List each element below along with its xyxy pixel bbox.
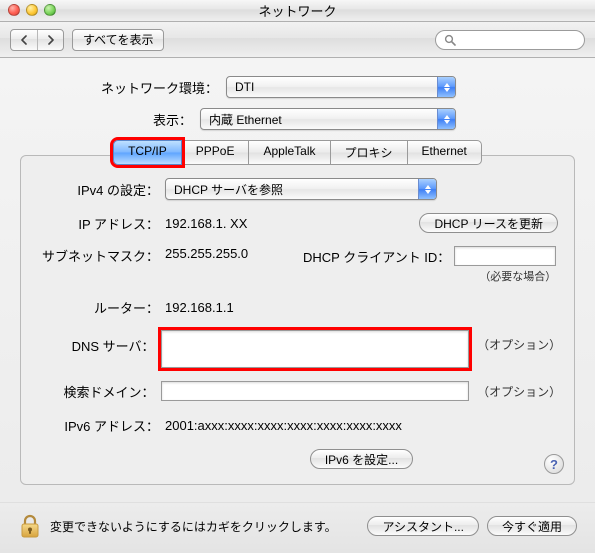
search-field[interactable] [435,30,585,50]
close-icon[interactable] [8,4,20,16]
dhcp-client-id-input[interactable] [454,246,556,266]
chevron-left-icon [19,35,29,45]
dns-servers-input[interactable] [161,330,470,368]
help-icon: ? [550,457,558,472]
ip-address-label: IP アドレス： [37,214,165,233]
content-area: ネットワーク環境： DTI 表示： 内蔵 Ethernet TCP/IP PPP… [0,58,595,502]
ipv6-address-label: IPv6 アドレス： [37,416,165,435]
dhcp-client-id-label: DHCP クライアント ID： [303,247,450,266]
dhcp-client-id-note: （必要な場合） [303,268,556,284]
search-domains-input[interactable] [161,381,470,401]
renew-dhcp-lease-button[interactable]: DHCP リースを更新 [419,213,558,233]
tab-proxy[interactable]: プロキシ [330,140,408,165]
tab-pppoe[interactable]: PPPoE [181,140,250,165]
forward-button[interactable] [37,30,63,50]
help-button[interactable]: ? [544,454,564,474]
ip-address-value: 192.168.1. XX [165,216,325,231]
window-title: ネットワーク [258,1,336,20]
search-domains-label: 検索ドメイン： [37,382,161,401]
show-label: 表示： [20,110,200,129]
tab-appletalk[interactable]: AppleTalk [248,140,330,165]
tab-tcpip[interactable]: TCP/IP [113,140,182,165]
search-input[interactable] [460,32,576,48]
ipv4-config-label: IPv4 の設定： [37,180,165,199]
minimize-icon[interactable] [26,4,38,16]
location-value: DTI [235,80,254,94]
chevron-right-icon [46,35,56,45]
titlebar: ネットワーク [0,0,595,22]
subnet-mask-label: サブネットマスク： [37,246,165,265]
search-domains-hint: （オプション） [477,383,558,400]
popup-arrows-icon [437,109,455,129]
lock-icon [18,513,42,539]
location-popup[interactable]: DTI [226,76,456,98]
back-button[interactable] [11,30,37,50]
location-label: ネットワーク環境： [20,78,226,97]
popup-arrows-icon [418,179,436,199]
ipv4-config-value: DHCP サーバを参照 [174,181,283,198]
tab-ethernet[interactable]: Ethernet [407,140,482,165]
tcpip-panel: IPv4 の設定： DHCP サーバを参照 IP アドレス： 192.168.1… [20,155,575,485]
lock-area[interactable]: 変更できないようにするにはカギをクリックします。 [18,513,337,539]
subnet-mask-value: 255.255.255.0 [165,246,285,261]
network-prefs-window: ネットワーク すべてを表示 ネットワーク環境： DTI [0,0,595,553]
nav-back-forward [10,29,64,51]
window-controls [8,4,56,16]
dns-servers-hint: （オプション） [477,330,558,353]
tab-bar: TCP/IP PPPoE AppleTalk プロキシ Ethernet IPv… [20,140,575,485]
zoom-icon[interactable] [44,4,56,16]
bottom-bar: 変更できないようにするにはカギをクリックします。 アシスタント... 今すぐ適用 [0,502,595,553]
configure-ipv6-button[interactable]: IPv6 を設定... [310,449,413,469]
show-popup[interactable]: 内蔵 Ethernet [200,108,456,130]
show-all-button[interactable]: すべてを表示 [72,29,164,51]
apply-now-button[interactable]: 今すぐ適用 [487,516,577,536]
popup-arrows-icon [437,77,455,97]
dns-servers-label: DNS サーバ： [37,330,161,355]
router-value: 192.168.1.1 [165,300,234,315]
lock-text: 変更できないようにするにはカギをクリックします。 [50,518,337,535]
ipv6-address-value: 2001:axxx:xxxx:xxxx:xxxx:xxxx:xxxx:xxxx [165,418,402,433]
toolbar: すべてを表示 [0,22,595,58]
router-label: ルーター： [37,298,165,317]
show-value: 内蔵 Ethernet [209,111,282,128]
search-icon [444,34,456,46]
assistant-button[interactable]: アシスタント... [367,516,479,536]
ipv4-config-popup[interactable]: DHCP サーバを参照 [165,178,437,200]
